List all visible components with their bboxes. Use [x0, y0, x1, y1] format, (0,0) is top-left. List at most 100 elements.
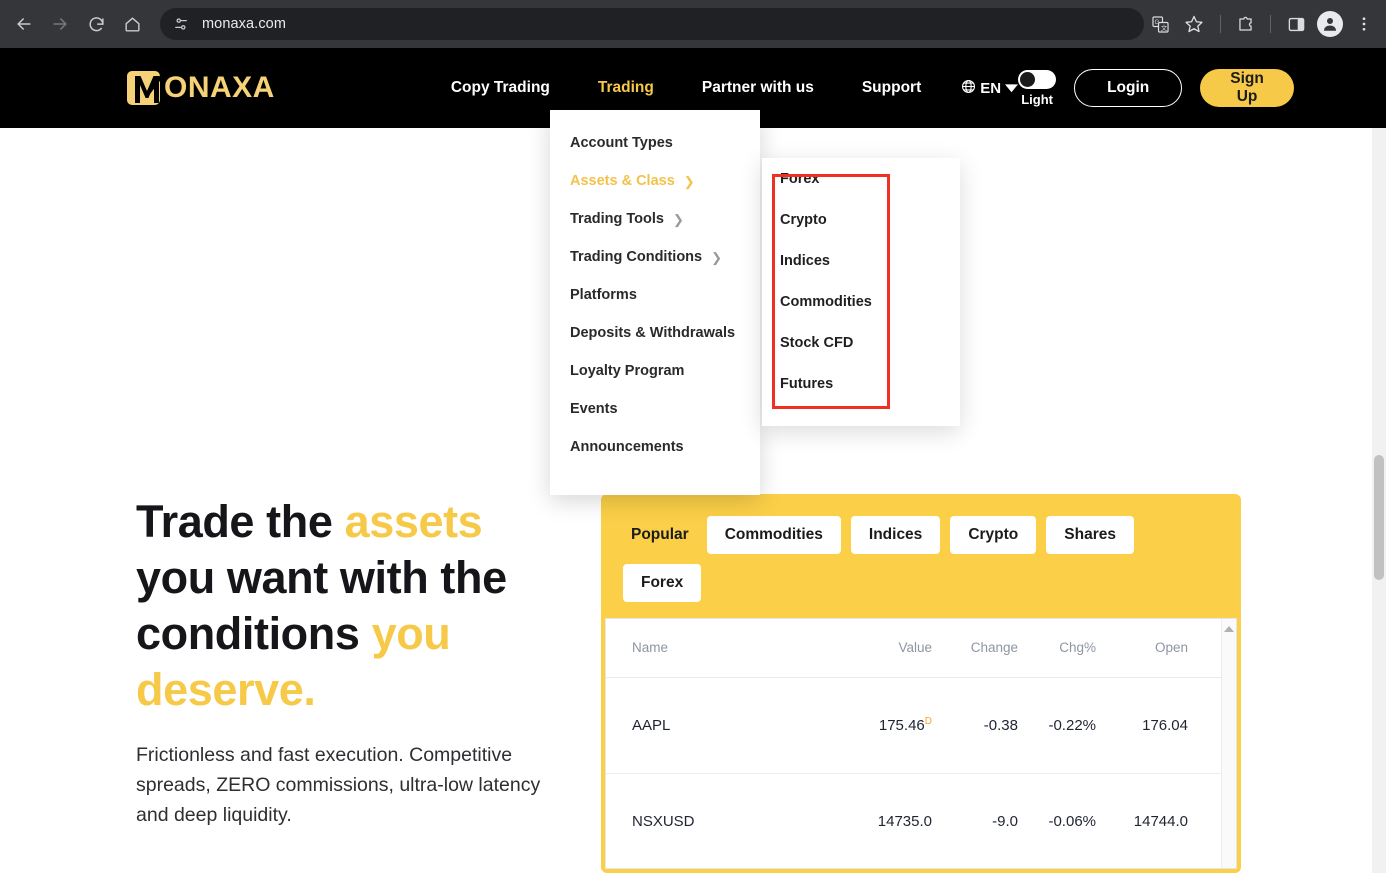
- toolbar-divider-2: [1270, 15, 1271, 33]
- trading-dropdown-menu: Account Types Assets & Class ❯ Trading T…: [550, 110, 760, 495]
- reload-button[interactable]: [78, 6, 114, 42]
- toggle-knob: [1020, 71, 1036, 87]
- chevron-right-icon: ❯: [672, 211, 684, 227]
- market-widget: Popular Commodities Indices Crypto Share…: [601, 494, 1241, 873]
- col-header-change[interactable]: Change: [938, 619, 1024, 678]
- table-row[interactable]: AAPL 175.46D -0.38 -0.22% 176.04 177.: [606, 677, 1236, 774]
- submenu-item-crypto[interactable]: Crypto: [762, 199, 960, 240]
- tab-shares[interactable]: Shares: [1046, 516, 1134, 554]
- value-text: 175.46: [878, 717, 925, 734]
- language-selector[interactable]: EN: [961, 79, 1019, 98]
- toolbar-divider: [1220, 15, 1221, 33]
- cell-change: -0.38: [938, 677, 1024, 774]
- dropdown-item-trading-tools[interactable]: Trading Tools ❯: [550, 200, 760, 238]
- col-header-value[interactable]: Value: [842, 619, 938, 678]
- browser-toolbar: monaxa.com G 文: [0, 0, 1386, 48]
- bookmark-star-icon[interactable]: [1178, 8, 1210, 40]
- table-scrollbar[interactable]: [1221, 619, 1236, 868]
- col-header-chg-pct[interactable]: Chg%: [1024, 619, 1102, 678]
- dropdown-item-trading-conditions[interactable]: Trading Conditions ❯: [550, 238, 760, 276]
- hero-subtitle: Frictionless and fast execution. Competi…: [136, 744, 541, 826]
- theme-toggle[interactable]: Light: [1018, 69, 1057, 107]
- extensions-puzzle-icon[interactable]: [1229, 8, 1261, 40]
- nav-partner-with-us[interactable]: Partner with us: [678, 79, 838, 97]
- nav-trading[interactable]: Trading: [574, 79, 678, 97]
- cell-change: -9.0: [938, 773, 1024, 868]
- login-button[interactable]: Login: [1074, 69, 1183, 107]
- value-superscript: D: [924, 716, 932, 727]
- submenu-item-futures[interactable]: Futures: [762, 363, 960, 404]
- cell-open: 14744.0: [1102, 773, 1194, 868]
- dropdown-item-events[interactable]: Events: [550, 390, 760, 428]
- forward-button[interactable]: [42, 6, 78, 42]
- address-bar[interactable]: monaxa.com: [160, 8, 1144, 40]
- chevron-right-icon: ❯: [711, 249, 723, 265]
- col-header-name[interactable]: Name: [606, 619, 842, 678]
- submenu-item-indices[interactable]: Indices: [762, 240, 960, 281]
- dropdown-label: Trading Conditions: [570, 249, 703, 265]
- main-navigation: Copy Trading Trading Partner with us Sup…: [427, 79, 1019, 98]
- avatar: [1317, 11, 1343, 37]
- dropdown-item-loyalty-program[interactable]: Loyalty Program: [550, 352, 760, 390]
- monaxa-logo[interactable]: ONAXA: [124, 65, 275, 111]
- page-scrollbar[interactable]: [1372, 128, 1386, 873]
- tab-popular[interactable]: Popular: [623, 516, 697, 554]
- side-panel-icon[interactable]: [1280, 8, 1312, 40]
- dropdown-item-account-types[interactable]: Account Types: [550, 124, 760, 162]
- value-text: 14735.0: [877, 813, 932, 830]
- three-dot-menu-icon[interactable]: [1348, 8, 1380, 40]
- tab-forex[interactable]: Forex: [623, 564, 702, 602]
- dropdown-item-announcements[interactable]: Announcements: [550, 428, 760, 466]
- scroll-up-arrow-icon[interactable]: [1224, 626, 1234, 632]
- cell-name: AAPL: [606, 677, 842, 774]
- table-row[interactable]: NSXUSD 14735.0 -9.0 -0.06% 14744.0 14752: [606, 773, 1236, 868]
- submenu-item-stock-cfd[interactable]: Stock CFD: [762, 322, 960, 363]
- dropdown-label: Account Types: [570, 135, 673, 151]
- hero-title-part1: Trade the: [136, 496, 345, 547]
- col-header-open[interactable]: Open: [1102, 619, 1194, 678]
- quotes-table-head: Name Value Change Chg% Open High: [606, 619, 1236, 678]
- cell-chg-pct: -0.06%: [1024, 773, 1102, 868]
- home-button[interactable]: [114, 6, 150, 42]
- translate-icon[interactable]: G 文: [1144, 8, 1176, 40]
- browser-nav-buttons: [0, 6, 150, 42]
- quotes-table: Name Value Change Chg% Open High AAPL 17…: [606, 619, 1236, 868]
- back-button[interactable]: [6, 6, 42, 42]
- nav-copy-trading[interactable]: Copy Trading: [427, 79, 574, 97]
- dropdown-item-platforms[interactable]: Platforms: [550, 276, 760, 314]
- submenu-item-commodities[interactable]: Commodities: [762, 281, 960, 322]
- dropdown-item-assets-class[interactable]: Assets & Class ❯: [550, 162, 760, 200]
- assets-class-submenu: Forex Crypto Indices Commodities Stock C…: [762, 158, 960, 426]
- svg-text:文: 文: [1160, 23, 1167, 32]
- chevron-right-icon: ❯: [683, 173, 695, 189]
- language-label: EN: [980, 79, 1002, 97]
- quotes-table-body: AAPL 175.46D -0.38 -0.22% 176.04 177. NS…: [606, 677, 1236, 868]
- hero-section: Trade the assets you want with the condi…: [136, 494, 566, 830]
- signup-button[interactable]: Sign Up: [1200, 69, 1294, 107]
- cell-name: NSXUSD: [606, 773, 842, 868]
- profile-avatar[interactable]: [1314, 8, 1346, 40]
- site-settings-icon[interactable]: [172, 15, 190, 33]
- dropdown-label: Announcements: [570, 439, 684, 455]
- cell-open: 176.04: [1102, 677, 1194, 774]
- nav-support[interactable]: Support: [838, 79, 945, 97]
- cell-chg-pct: -0.22%: [1024, 677, 1102, 774]
- cell-value: 175.46D: [842, 677, 938, 774]
- theme-toggle-label: Light: [1021, 91, 1053, 107]
- url-text: monaxa.com: [202, 16, 287, 32]
- widget-tabs: Popular Commodities Indices Crypto Share…: [601, 494, 1201, 602]
- quotes-table-card: Name Value Change Chg% Open High AAPL 17…: [605, 618, 1237, 869]
- dropdown-label: Assets & Class: [570, 173, 675, 189]
- tab-crypto[interactable]: Crypto: [950, 516, 1037, 554]
- tab-commodities[interactable]: Commodities: [706, 516, 841, 554]
- dropdown-item-deposits-withdrawals[interactable]: Deposits & Withdrawals: [550, 314, 760, 352]
- page-scrollbar-thumb[interactable]: [1374, 455, 1384, 580]
- logo-mark-icon: [124, 65, 170, 111]
- hero-title-part2: you want with the conditions: [136, 552, 507, 659]
- dropdown-label: Platforms: [570, 287, 637, 303]
- globe-icon: [961, 79, 976, 98]
- logo-text: ONAXA: [164, 71, 275, 104]
- tab-indices[interactable]: Indices: [850, 516, 941, 554]
- dropdown-label: Loyalty Program: [570, 363, 685, 379]
- submenu-item-forex[interactable]: Forex: [762, 158, 960, 199]
